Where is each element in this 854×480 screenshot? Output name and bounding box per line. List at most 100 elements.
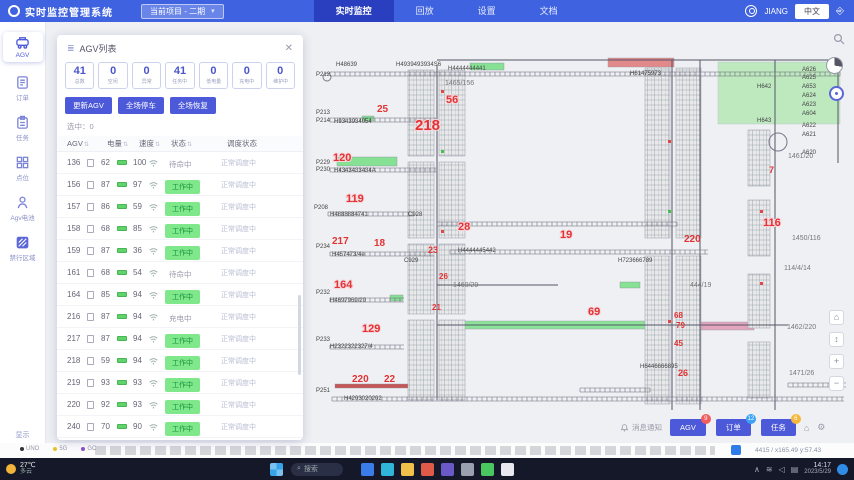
taskbar-app-edge-icon[interactable] (381, 463, 394, 476)
taskbar-app-store-icon[interactable] (441, 463, 454, 476)
map-control-button[interactable]: ⌂ (829, 310, 844, 325)
document-icon[interactable] (87, 335, 101, 343)
home-icon[interactable]: ⌂ (804, 423, 809, 433)
agv-table-row[interactable]: 136 62 100 待命中 正常调度中 (57, 152, 303, 174)
tab-实时监控[interactable]: 实时监控 (314, 0, 394, 22)
warehouse-map[interactable]: H48639H4939493934S6P212P213P214H93439340… (308, 30, 854, 443)
agv-table-row[interactable]: 158 68 85 工作中 正常调度中 (57, 218, 303, 240)
agv-marker[interactable]: 22 (384, 374, 396, 385)
document-icon[interactable] (87, 159, 101, 167)
action-button-全场恢复[interactable]: 全场恢复 (170, 97, 216, 114)
taskbar-search[interactable]: ⌕ 搜索 (291, 463, 343, 476)
document-icon[interactable] (87, 269, 101, 277)
map-control-button[interactable]: − (829, 376, 844, 391)
tab-回放[interactable]: 回放 (394, 0, 456, 22)
action-button-更新AGV[interactable]: 更新AGV (65, 97, 112, 114)
settings-gear-icon[interactable]: ⚙ (817, 422, 825, 433)
close-icon[interactable]: ✕ (285, 43, 293, 54)
start-button[interactable] (270, 463, 283, 476)
agv-marker[interactable]: 7 (769, 165, 774, 175)
agv-marker[interactable]: 220 (352, 374, 369, 385)
column-header[interactable]: 电量⇅ (107, 138, 139, 149)
document-icon[interactable] (87, 203, 101, 211)
column-header[interactable]: 调度状态 (227, 138, 303, 149)
agv-marker[interactable]: 69 (588, 306, 600, 318)
language-button[interactable]: 中文 (795, 4, 829, 19)
document-icon[interactable] (87, 181, 101, 189)
agv-marker[interactable]: 68 (674, 311, 683, 320)
taskbar-app-teams-icon[interactable] (361, 463, 374, 476)
taskbar-app-wechat-icon[interactable] (481, 463, 494, 476)
volume-icon[interactable]: ◁ (779, 465, 785, 474)
tab-设置[interactable]: 设置 (456, 0, 518, 22)
agv-table-row[interactable]: 157 86 59 工作中 正常调度中 (57, 196, 303, 218)
agv-table-row[interactable]: 164 85 94 工作中 正常调度中 (57, 284, 303, 306)
map-stats-pie-icon[interactable] (826, 57, 843, 74)
document-icon[interactable] (87, 379, 101, 387)
agv-marker[interactable]: 19 (560, 229, 572, 241)
notice-area[interactable]: 消息通知 (620, 422, 662, 433)
toolbar-button-AGV[interactable]: AGV9 (670, 419, 706, 436)
agv-marker[interactable]: 119 (346, 193, 364, 205)
column-header[interactable]: 速度⇅ (139, 138, 171, 149)
sidebar-item-points[interactable]: 点位 (3, 155, 43, 182)
document-icon[interactable] (87, 225, 101, 233)
taskbar-clock[interactable]: 14:17 2023/5/29 (804, 462, 831, 476)
taskbar-app-folder-icon[interactable] (401, 463, 414, 476)
taskbar-app-gray-icon[interactable] (461, 463, 474, 476)
map-control-button[interactable]: ↕ (829, 332, 844, 347)
sidebar-item-battery[interactable]: Agv电池 (3, 195, 43, 222)
toolbar-button-任务[interactable]: 任务6 (761, 419, 796, 436)
agv-table-row[interactable]: 161 68 54 待命中 正常调度中 (57, 262, 303, 284)
agv-marker[interactable]: 129 (362, 323, 380, 335)
agv-table-row[interactable]: 159 87 36 工作中 正常调度中 (57, 240, 303, 262)
agv-marker[interactable]: 18 (374, 238, 386, 249)
agv-marker[interactable]: 120 (333, 152, 351, 164)
taskbar-app-chrome-icon[interactable] (421, 463, 434, 476)
map-search-icon[interactable] (833, 33, 845, 45)
agv-marker[interactable]: 218 (415, 117, 440, 134)
agv-marker[interactable]: 25 (377, 104, 389, 115)
sidebar-footer-label[interactable]: 显示 (16, 430, 30, 440)
sidebar-item-zone[interactable]: 禁行区域 (3, 235, 43, 262)
agv-marker[interactable]: 164 (334, 279, 353, 291)
network-icon[interactable]: ≋ (766, 465, 773, 474)
keyboard-icon[interactable]: ▤ (791, 465, 799, 474)
tab-文档[interactable]: 文档 (518, 0, 580, 22)
agv-marker[interactable]: 79 (676, 321, 685, 330)
agv-table-row[interactable]: 216 87 94 充电中 正常调度中 (57, 306, 303, 328)
agv-table-row[interactable]: 220 92 93 工作中 正常调度中 (57, 394, 303, 416)
tray-chevron-icon[interactable]: ∧ (754, 465, 760, 474)
column-header[interactable]: AGV⇅ (67, 139, 107, 148)
agv-marker[interactable]: 23 (428, 245, 438, 255)
sidebar-item-task[interactable]: 任务 (3, 115, 43, 142)
agv-marker[interactable]: 26 (439, 272, 448, 281)
agv-marker[interactable]: 220 (684, 234, 701, 245)
notification-icon[interactable] (837, 464, 848, 475)
map-control-button[interactable]: + (829, 354, 844, 369)
agv-table-row[interactable]: 219 93 93 工作中 正常调度中 (57, 372, 303, 394)
document-icon[interactable] (87, 423, 101, 431)
sidebar-item-agv[interactable]: AGV (3, 32, 43, 62)
agv-marker[interactable]: 116 (763, 217, 781, 229)
logout-icon[interactable]: ⎆ (836, 6, 844, 17)
map-compass-icon[interactable] (829, 86, 844, 101)
agv-marker[interactable]: 26 (678, 368, 688, 378)
document-icon[interactable] (87, 313, 101, 321)
column-header[interactable]: 状态⇅ (171, 138, 227, 149)
agv-marker[interactable]: 28 (458, 221, 470, 233)
project-select[interactable]: 当前项目 - 二期 ▾ (141, 4, 224, 19)
agv-marker[interactable]: 45 (674, 339, 683, 348)
toolbar-button-订单[interactable]: 订单12 (716, 419, 751, 436)
document-icon[interactable] (87, 357, 101, 365)
agv-marker[interactable]: 21 (432, 303, 441, 312)
sidebar-item-order[interactable]: 订单 (3, 75, 43, 102)
table-scrollbar[interactable] (298, 295, 301, 375)
agv-marker[interactable]: 56 (446, 94, 458, 106)
agv-table-row[interactable]: 156 87 97 工作中 正常调度中 (57, 174, 303, 196)
agv-marker[interactable]: 217 (332, 236, 349, 247)
action-button-全场停车[interactable]: 全场停车 (118, 97, 164, 114)
agv-table-row[interactable]: 218 59 94 工作中 正常调度中 (57, 350, 303, 372)
agv-table-row[interactable]: 240 70 90 工作中 正常调度中 (57, 416, 303, 438)
document-icon[interactable] (87, 401, 101, 409)
